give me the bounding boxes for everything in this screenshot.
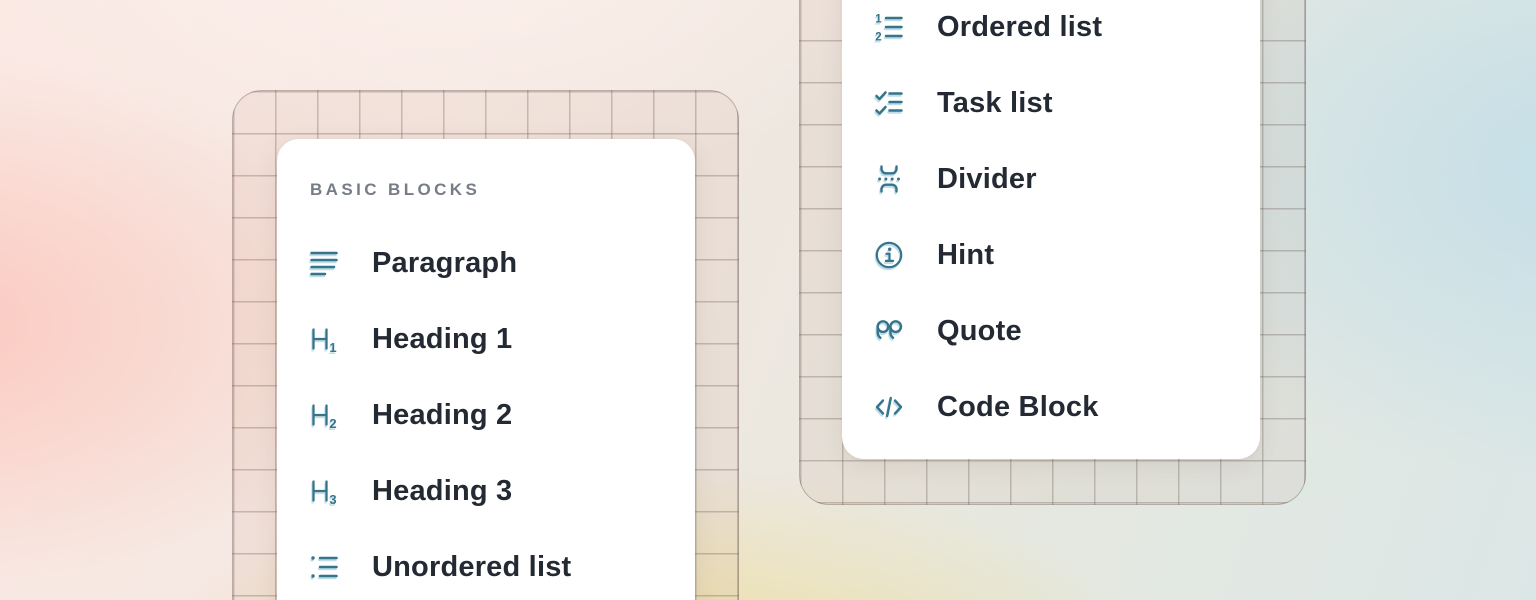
unordered-list-icon [310, 553, 338, 581]
block-menu-screenshot: BASIC BLOCKS Paragraph 1 [0, 0, 1536, 600]
menu-item-label: Heading 2 [372, 399, 512, 432]
menu-item-label: Unordered list [372, 551, 571, 584]
basic-blocks-items: Paragraph 1 Heading 1 2 [277, 225, 695, 600]
menu-item-code-block[interactable]: Code Block [842, 369, 1260, 445]
section-label-basic-blocks: BASIC BLOCKS [310, 179, 695, 201]
menu-item-label: Task list [937, 87, 1053, 120]
menu-item-heading-2[interactable]: 2 Heading 2 [277, 377, 695, 453]
blocks-menu-continued: 1 2 Ordered list [842, 0, 1260, 459]
heading-2-icon: 2 [310, 401, 338, 429]
basic-blocks-menu: BASIC BLOCKS Paragraph 1 [277, 139, 695, 600]
ordered-list-icon: 1 2 [875, 13, 903, 41]
quote-icon [875, 317, 903, 345]
menu-item-label: Heading 3 [372, 475, 512, 508]
svg-text:1: 1 [329, 340, 336, 353]
svg-text:2: 2 [329, 416, 336, 429]
svg-text:3: 3 [329, 492, 336, 505]
more-blocks-items: 1 2 Ordered list [842, 0, 1260, 445]
menu-item-heading-3[interactable]: 3 Heading 3 [277, 453, 695, 529]
menu-item-ordered-list[interactable]: 1 2 Ordered list [842, 0, 1260, 65]
divider-icon [875, 165, 903, 193]
svg-text:1: 1 [875, 14, 882, 26]
menu-item-label: Code Block [937, 391, 1099, 424]
menu-item-paragraph[interactable]: Paragraph [277, 225, 695, 301]
menu-item-label: Heading 1 [372, 323, 512, 356]
menu-item-label: Divider [937, 163, 1037, 196]
code-block-icon [875, 393, 903, 421]
hint-icon [875, 241, 903, 269]
heading-3-icon: 3 [310, 477, 338, 505]
menu-item-label: Paragraph [372, 247, 517, 280]
menu-item-quote[interactable]: Quote [842, 293, 1260, 369]
menu-item-label: Hint [937, 239, 994, 272]
menu-item-divider[interactable]: Divider [842, 141, 1260, 217]
menu-item-hint[interactable]: Hint [842, 217, 1260, 293]
svg-text:2: 2 [875, 31, 881, 41]
paragraph-icon [310, 249, 338, 277]
menu-item-task-list[interactable]: Task list [842, 65, 1260, 141]
menu-item-label: Quote [937, 315, 1022, 348]
menu-item-heading-1[interactable]: 1 Heading 1 [277, 301, 695, 377]
heading-1-icon: 1 [310, 325, 338, 353]
menu-item-unordered-list[interactable]: Unordered list [277, 529, 695, 600]
task-list-icon [875, 89, 903, 117]
menu-item-label: Ordered list [937, 11, 1102, 44]
